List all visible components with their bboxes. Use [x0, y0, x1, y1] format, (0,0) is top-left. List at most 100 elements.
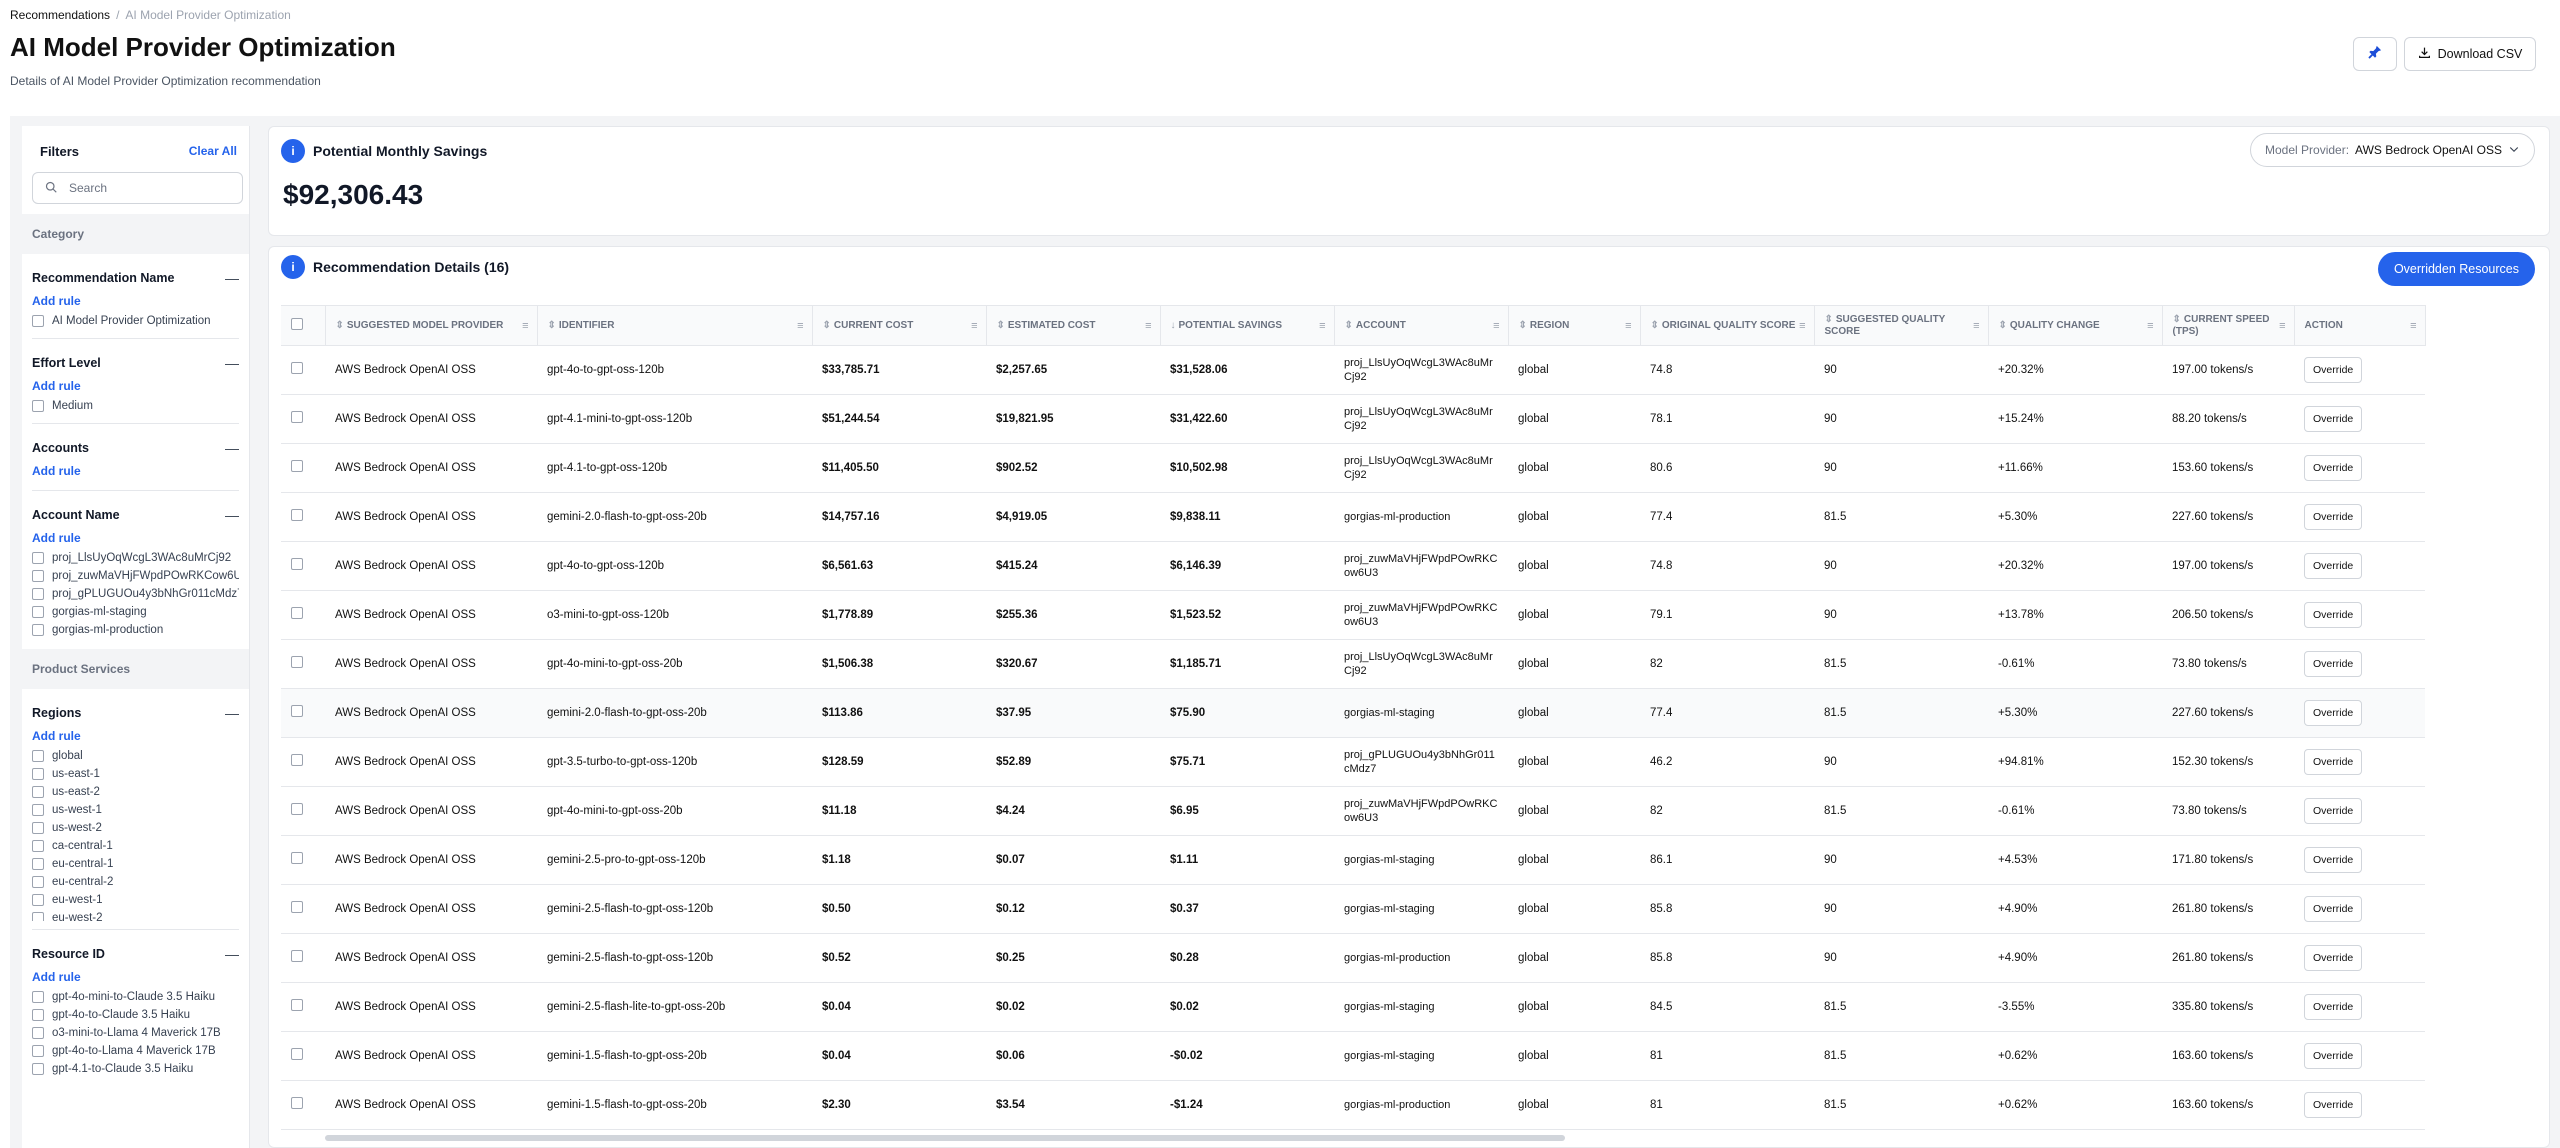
column-header[interactable]: ⇕ ACCOUNT ≡ — [1334, 305, 1509, 346]
table-row[interactable]: AWS Bedrock OpenAI OSS gemini-2.5-flash-l… — [281, 982, 2425, 1032]
row-checkbox[interactable] — [291, 901, 303, 913]
sort-icon[interactable]: ⇕ — [1345, 320, 1353, 331]
table-row[interactable]: AWS Bedrock OpenAI OSS gemini-2.5-flash-t… — [281, 884, 2425, 934]
add-rule-link[interactable]: Add rule — [32, 290, 239, 312]
column-menu-icon[interactable]: ≡ — [1145, 320, 1151, 332]
filter-option[interactable]: Medium — [32, 397, 239, 415]
sort-icon[interactable]: ⇕ — [548, 320, 556, 331]
sort-icon[interactable]: ⇕ — [336, 320, 344, 331]
column-menu-icon[interactable]: ≡ — [522, 320, 528, 332]
checkbox[interactable] — [32, 552, 44, 564]
collapse-icon[interactable]: — — [225, 440, 239, 456]
override-button[interactable]: Override — [2304, 749, 2363, 775]
checkbox[interactable] — [32, 624, 44, 636]
filter-option[interactable]: proj_zuwMaVHjFWpdPOwRKCow6U3 — [32, 567, 239, 585]
override-button[interactable]: Override — [2304, 357, 2363, 383]
column-menu-icon[interactable]: ≡ — [1493, 320, 1499, 332]
row-checkbox[interactable] — [291, 754, 303, 766]
table-row[interactable]: AWS Bedrock OpenAI OSS gpt-3.5-turbo-to-g… — [281, 737, 2425, 787]
override-button[interactable]: Override — [2304, 651, 2363, 677]
checkbox[interactable] — [32, 912, 44, 921]
filter-option[interactable]: eu-west-2 — [32, 909, 239, 921]
checkbox[interactable] — [32, 894, 44, 906]
collapse-icon[interactable]: — — [225, 355, 239, 371]
checkbox[interactable] — [32, 750, 44, 762]
filter-option[interactable]: AI Model Provider Optimization — [32, 312, 239, 330]
checkbox[interactable] — [32, 991, 44, 1003]
checkbox[interactable] — [32, 315, 44, 327]
regions-list[interactable]: global us-east-1 us-east-2 us-west-1 us-… — [32, 747, 239, 921]
filter-option[interactable]: us-east-1 — [32, 765, 239, 783]
row-checkbox[interactable] — [291, 509, 303, 521]
add-rule-link[interactable]: Add rule — [32, 966, 239, 988]
table-row[interactable]: AWS Bedrock OpenAI OSS gpt-4.1-mini-to-gp… — [281, 394, 2425, 444]
column-header[interactable]: ACTION ≡ — [2294, 305, 2426, 346]
sort-icon[interactable]: ⇕ — [2173, 314, 2181, 325]
row-checkbox[interactable] — [291, 460, 303, 472]
filter-option[interactable]: gpt-4o-to-Llama 4 Maverick 17B — [32, 1042, 239, 1060]
column-menu-icon[interactable]: ≡ — [1625, 320, 1631, 332]
checkbox[interactable] — [32, 1009, 44, 1021]
table-row[interactable]: AWS Bedrock OpenAI OSS gemini-2.0-flash-t… — [281, 492, 2425, 542]
row-checkbox[interactable] — [291, 607, 303, 619]
checkbox[interactable] — [32, 804, 44, 816]
sort-icon[interactable]: ⇕ — [1519, 320, 1527, 331]
table-row[interactable]: AWS Bedrock OpenAI OSS gemini-2.5-flash-t… — [281, 933, 2425, 983]
column-header[interactable]: ⇕ IDENTIFIER ≡ — [537, 305, 813, 346]
override-button[interactable]: Override — [2304, 945, 2363, 971]
override-button[interactable]: Override — [2304, 798, 2363, 824]
checkbox[interactable] — [32, 1027, 44, 1039]
checkbox[interactable] — [32, 858, 44, 870]
row-checkbox[interactable] — [291, 705, 303, 717]
row-checkbox[interactable] — [291, 411, 303, 423]
table-row[interactable]: AWS Bedrock OpenAI OSS gpt-4o-to-gpt-oss-… — [281, 541, 2425, 591]
checkbox[interactable] — [32, 606, 44, 618]
override-button[interactable]: Override — [2304, 406, 2363, 432]
row-checkbox[interactable] — [291, 362, 303, 374]
filter-option[interactable]: gorgias-ml-staging — [32, 603, 239, 621]
filter-option[interactable]: o3-mini-to-Llama 4 Maverick 17B — [32, 1024, 239, 1042]
sort-icon[interactable]: ⇕ — [823, 320, 831, 331]
table-row[interactable]: AWS Bedrock OpenAI OSS gpt-4o-mini-to-gpt… — [281, 639, 2425, 689]
checkbox[interactable] — [32, 570, 44, 582]
override-button[interactable]: Override — [2304, 994, 2363, 1020]
download-csv-button[interactable]: Download CSV — [2404, 37, 2536, 71]
column-header[interactable]: ⇕ SUGGESTED QUALITY SCORE ≡ — [1814, 305, 1989, 346]
table-row[interactable]: AWS Bedrock OpenAI OSS gemini-1.5-flash-t… — [281, 1080, 2425, 1130]
add-rule-link[interactable]: Add rule — [32, 725, 239, 747]
filter-option[interactable]: us-west-1 — [32, 801, 239, 819]
collapse-icon[interactable]: — — [225, 705, 239, 721]
filter-option[interactable]: us-east-2 — [32, 783, 239, 801]
filter-option[interactable]: ca-central-1 — [32, 837, 239, 855]
override-button[interactable]: Override — [2304, 602, 2363, 628]
row-checkbox[interactable] — [291, 950, 303, 962]
override-button[interactable]: Override — [2304, 847, 2363, 873]
filter-option[interactable]: gpt-4o-mini-to-Claude 3.5 Haiku — [32, 988, 239, 1006]
filter-option[interactable]: eu-west-1 — [32, 891, 239, 909]
checkbox[interactable] — [32, 840, 44, 852]
table-row[interactable]: AWS Bedrock OpenAI OSS gpt-4.1-to-gpt-oss… — [281, 443, 2425, 493]
filter-option[interactable]: gpt-4o-to-Claude 3.5 Haiku — [32, 1006, 239, 1024]
column-header[interactable]: ⇕ CURRENT COST ≡ — [812, 305, 987, 346]
row-checkbox[interactable] — [291, 852, 303, 864]
column-menu-icon[interactable]: ≡ — [1799, 320, 1805, 332]
column-header[interactable]: ↓ POTENTIAL SAVINGS ≡ — [1160, 305, 1335, 346]
add-rule-link[interactable]: Add rule — [32, 527, 239, 549]
column-header[interactable]: ⇕ QUALITY CHANGE ≡ — [1988, 305, 2163, 346]
override-button[interactable]: Override — [2304, 504, 2363, 530]
checkbox[interactable] — [32, 1063, 44, 1075]
override-button[interactable]: Override — [2304, 700, 2363, 726]
filter-option[interactable]: proj_LlsUyOqWcgL3WAc8uMrCj92 — [32, 549, 239, 567]
breadcrumb-root[interactable]: Recommendations — [10, 8, 110, 22]
select-all-checkbox[interactable] — [291, 317, 303, 330]
column-header[interactable]: ⇕ CURRENT SPEED (TPS) ≡ — [2162, 305, 2295, 346]
row-checkbox[interactable] — [291, 999, 303, 1011]
filter-option[interactable]: gpt-4.1-to-Claude 3.5 Haiku — [32, 1060, 239, 1078]
row-checkbox[interactable] — [291, 1048, 303, 1060]
table-row[interactable]: AWS Bedrock OpenAI OSS o3-mini-to-gpt-oss… — [281, 590, 2425, 640]
column-menu-icon[interactable]: ≡ — [797, 320, 803, 332]
column-menu-icon[interactable]: ≡ — [1319, 320, 1325, 332]
checkbox[interactable] — [32, 400, 44, 412]
filter-option[interactable]: eu-central-2 — [32, 873, 239, 891]
checkbox[interactable] — [32, 786, 44, 798]
